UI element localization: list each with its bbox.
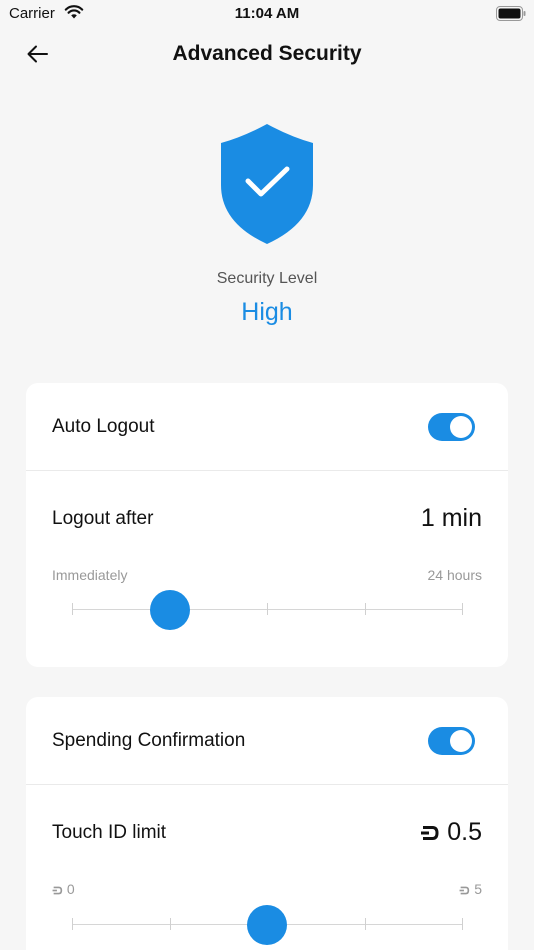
logout-range-min: Immediately bbox=[52, 567, 128, 583]
page-title: Advanced Security bbox=[172, 42, 362, 65]
slider-tick bbox=[72, 603, 73, 615]
spending-confirmation-toggle[interactable] bbox=[428, 727, 475, 755]
spending-card: Spending Confirmation Touch ID limit 0.5… bbox=[26, 697, 508, 950]
slider-tick bbox=[462, 918, 463, 930]
status-bar: Carrier 11:04 AM bbox=[0, 0, 534, 30]
auto-logout-card: Auto Logout Logout after 1 min Immediate… bbox=[26, 383, 508, 667]
nav-bar: Advanced Security bbox=[0, 30, 534, 78]
dash-currency-icon bbox=[421, 826, 439, 841]
auto-logout-label: Auto Logout bbox=[52, 416, 155, 437]
spending-range-max: 5 bbox=[459, 881, 482, 897]
slider-tick bbox=[462, 603, 463, 615]
status-time: 11:04 AM bbox=[234, 5, 300, 22]
slider-tick bbox=[267, 603, 268, 615]
divider bbox=[26, 784, 508, 785]
touch-id-limit-amount: 0.5 bbox=[447, 818, 482, 846]
logout-slider[interactable] bbox=[72, 590, 463, 630]
logout-after-value: 1 min bbox=[420, 504, 482, 532]
slider-tick bbox=[72, 918, 73, 930]
slider-thumb[interactable] bbox=[247, 905, 287, 945]
toggle-knob bbox=[450, 416, 472, 438]
spending-range-min-value: 0 bbox=[66, 881, 75, 897]
spending-range-min: 0 bbox=[52, 881, 75, 897]
toggle-knob bbox=[450, 730, 472, 752]
logout-after-label: Logout after bbox=[52, 508, 154, 529]
dash-currency-icon bbox=[459, 886, 470, 895]
security-level-value: High bbox=[241, 298, 293, 326]
logout-range-max: 24 hours bbox=[427, 567, 482, 583]
slider-thumb[interactable] bbox=[149, 590, 190, 630]
touch-id-limit-value: 0.5 bbox=[420, 818, 482, 847]
shield-check-icon bbox=[221, 124, 313, 244]
touch-id-limit-label: Touch ID limit bbox=[52, 822, 167, 843]
divider bbox=[26, 470, 508, 471]
spending-range-max-value: 5 bbox=[474, 881, 482, 897]
battery-icon bbox=[496, 6, 526, 21]
spending-slider[interactable] bbox=[72, 905, 463, 945]
spending-confirmation-label: Spending Confirmation bbox=[52, 730, 246, 751]
dash-currency-icon bbox=[52, 886, 63, 895]
security-level-label: Security Level bbox=[216, 270, 318, 287]
slider-tick bbox=[364, 603, 366, 615]
auto-logout-toggle[interactable] bbox=[428, 413, 475, 441]
slider-tick bbox=[169, 918, 171, 930]
slider-tick bbox=[364, 918, 366, 930]
